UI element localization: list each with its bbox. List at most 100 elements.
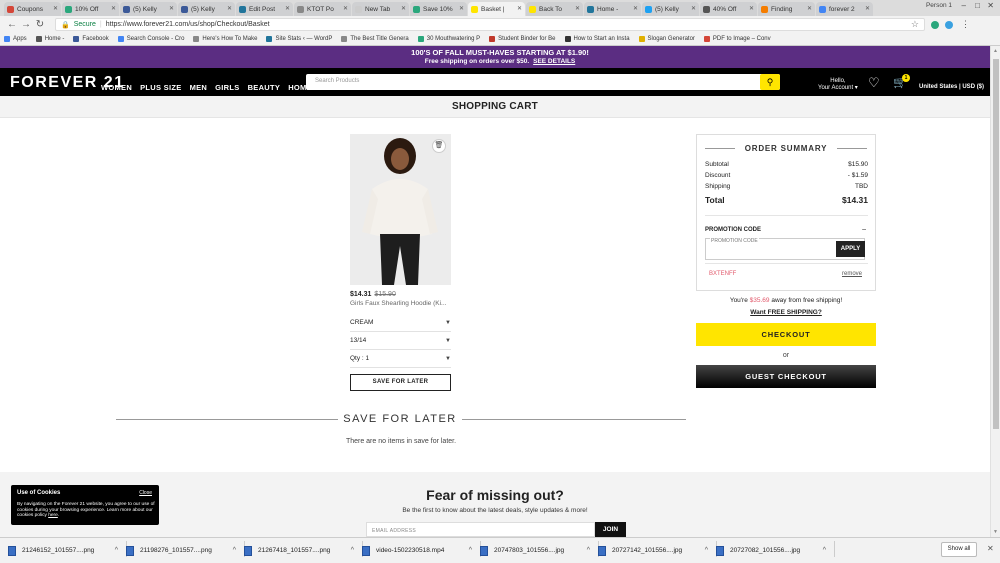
bookmark-item[interactable]: Apps (4, 36, 27, 42)
show-all-downloads-button[interactable]: Show all (941, 542, 977, 557)
search-input[interactable]: Search Products ⚲ (306, 74, 780, 90)
chevron-up-icon[interactable]: ^ (469, 547, 472, 554)
search-icon[interactable]: ⚲ (760, 74, 780, 90)
bookmark-item[interactable]: Slogan Generator (638, 36, 695, 42)
download-item[interactable]: 20747803_101556....jpg ^ (480, 540, 599, 557)
close-tab-icon[interactable]: ✕ (53, 5, 58, 12)
url-input[interactable]: 🔒 Secure | https://www.forever21.com/us/… (55, 18, 925, 31)
reload-icon[interactable]: ↻ (33, 19, 47, 30)
download-item[interactable]: 21246152_101557....png ^ (8, 540, 127, 557)
browser-tab[interactable]: Home - ✕ (584, 2, 641, 16)
remove-promo-link[interactable]: remove (842, 271, 862, 277)
scroll-up-icon[interactable]: ▲ (993, 48, 998, 54)
color-select[interactable]: CREAM ▼ (350, 314, 451, 332)
extension-icon[interactable] (931, 20, 939, 29)
download-item[interactable]: 20727142_101556....jpg ^ (598, 540, 717, 557)
bookmark-item[interactable]: Here's How To Make (193, 36, 257, 42)
save-for-later-button[interactable]: SAVE FOR LATER (350, 374, 451, 391)
download-item[interactable]: video-1502230518.mp4 ^ (362, 540, 481, 557)
chevron-up-icon[interactable]: ^ (115, 547, 118, 554)
bookmark-item[interactable]: Facebook (73, 36, 109, 42)
maximize-button[interactable]: □ (975, 1, 980, 10)
download-item[interactable]: 21267418_101557....png ^ (244, 540, 363, 557)
page-scrollbar[interactable]: ▲ ▼ (990, 46, 1000, 537)
minimize-button[interactable]: – (962, 1, 966, 10)
close-tab-icon[interactable]: ✕ (807, 5, 812, 12)
browser-tab[interactable]: New Tab ✕ (352, 2, 409, 16)
checkout-button[interactable]: CHECKOUT (696, 323, 876, 346)
wishlist-heart-icon[interactable]: ♡ (868, 75, 880, 91)
close-tab-icon[interactable]: ✕ (691, 5, 696, 12)
region-selector[interactable]: United States | USD ($) (919, 84, 984, 90)
nav-men[interactable]: MEN (190, 83, 208, 92)
close-tab-icon[interactable]: ✕ (459, 5, 464, 12)
guest-checkout-button[interactable]: GUEST CHECKOUT (696, 365, 876, 388)
close-tab-icon[interactable]: ✕ (575, 5, 580, 12)
close-tab-icon[interactable]: ✕ (343, 5, 348, 12)
browser-tab[interactable]: Save 10% ✕ (410, 2, 467, 16)
scroll-down-icon[interactable]: ▼ (993, 529, 998, 535)
email-field[interactable]: EMAIL ADDRESS (366, 522, 595, 537)
browser-tab[interactable]: forever 2 ✕ (816, 2, 873, 16)
product-image[interactable] (350, 134, 451, 285)
browser-tab[interactable]: 40% Off ✕ (700, 2, 757, 16)
close-window-button[interactable]: ✕ (987, 1, 994, 10)
browser-tab[interactable]: (5) Kelly ✕ (642, 2, 699, 16)
profile-name[interactable]: Person 1 (926, 2, 952, 9)
cookie-close-button[interactable]: Close (139, 490, 152, 496)
download-item[interactable]: 20727082_101556....jpg ^ (716, 540, 835, 557)
trash-icon[interactable]: 🗑 (432, 139, 446, 153)
back-icon[interactable]: ← (5, 19, 19, 30)
browser-tab[interactable]: 10% Off ✕ (62, 2, 119, 16)
menu-icon[interactable]: ⋮ (961, 19, 970, 30)
bookmark-item[interactable]: Site Stats ‹ — WordP (266, 36, 332, 42)
free-shipping-link[interactable]: Want FREE SHIPPING? (696, 309, 876, 316)
close-tab-icon[interactable]: ✕ (169, 5, 174, 12)
close-tab-icon[interactable]: ✕ (749, 5, 754, 12)
chevron-up-icon[interactable]: ^ (823, 547, 826, 554)
close-tab-icon[interactable]: ✕ (517, 5, 522, 12)
browser-tab[interactable]: Back To ✕ (526, 2, 583, 16)
account-menu[interactable]: Hello, Your Account ▾ (818, 78, 858, 92)
size-select[interactable]: 13/14 ▼ (350, 332, 451, 350)
extension-icon[interactable] (945, 20, 953, 29)
browser-tab[interactable]: Basket | ✕ (468, 2, 525, 16)
bookmark-item[interactable]: How to Start an Insta (564, 36, 630, 42)
browser-tab[interactable]: (5) Kelly ✕ (178, 2, 235, 16)
browser-tab[interactable]: Edit Post ✕ (236, 2, 293, 16)
forward-icon[interactable]: → (19, 19, 33, 30)
bookmark-item[interactable]: Student Binder for Be (489, 36, 556, 42)
nav-plus-size[interactable]: PLUS SIZE (140, 83, 181, 92)
product-name[interactable]: Girls Faux Shearling Hoodie (Ki... (350, 300, 446, 307)
chevron-up-icon[interactable]: ^ (233, 547, 236, 554)
bookmark-item[interactable]: The Best Title Genera (341, 36, 409, 42)
chevron-up-icon[interactable]: ^ (351, 547, 354, 554)
cookie-policy-link[interactable]: here (48, 513, 58, 518)
nav-beauty[interactable]: BEAUTY (248, 83, 281, 92)
promo-collapse-toggle[interactable]: – (862, 226, 866, 233)
browser-tab[interactable]: KTOT Po ✕ (294, 2, 351, 16)
browser-tab[interactable]: Finding ✕ (758, 2, 815, 16)
bookmark-item[interactable]: Home - (35, 36, 64, 42)
browser-tab[interactable]: (5) Kelly ✕ (120, 2, 177, 16)
bookmark-item[interactable]: 30 Mouthwatering P (417, 36, 480, 42)
chevron-up-icon[interactable]: ^ (705, 547, 708, 554)
bookmark-item[interactable]: Search Console - Cro (117, 36, 184, 42)
download-item[interactable]: 21198276_101557....png ^ (126, 540, 245, 557)
quantity-select[interactable]: Qty : 1 ▼ (350, 350, 451, 368)
scrollbar-thumb[interactable] (993, 59, 999, 429)
browser-tab[interactable]: Coupons ✕ (4, 2, 61, 16)
chevron-up-icon[interactable]: ^ (587, 547, 590, 554)
star-icon[interactable]: ☆ (911, 19, 919, 30)
nav-girls[interactable]: GIRLS (215, 83, 239, 92)
close-tab-icon[interactable]: ✕ (285, 5, 290, 12)
close-tab-icon[interactable]: ✕ (111, 5, 116, 12)
close-tab-icon[interactable]: ✕ (865, 5, 870, 12)
close-tab-icon[interactable]: ✕ (633, 5, 638, 12)
nav-women[interactable]: WOMEN (101, 83, 132, 92)
close-tab-icon[interactable]: ✕ (227, 5, 232, 12)
close-tab-icon[interactable]: ✕ (401, 5, 406, 12)
close-icon[interactable]: ✕ (987, 544, 994, 553)
bookmark-item[interactable]: PDF to Image – Conv (703, 36, 771, 42)
apply-button[interactable]: APPLY (836, 241, 865, 257)
